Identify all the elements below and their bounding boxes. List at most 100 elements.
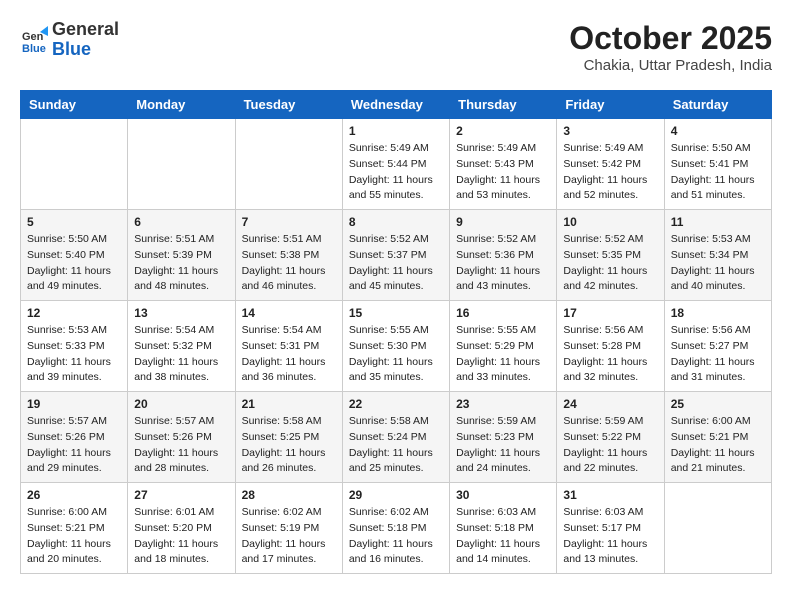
header-day-tuesday: Tuesday xyxy=(235,91,342,119)
header-day-wednesday: Wednesday xyxy=(342,91,449,119)
day-number: 16 xyxy=(456,306,550,320)
day-info: Sunrise: 5:50 AMSunset: 5:41 PMDaylight:… xyxy=(671,141,765,204)
calendar-week-5: 26 Sunrise: 6:00 AMSunset: 5:21 PMDayligh… xyxy=(21,483,772,574)
calendar-cell: 30 Sunrise: 6:03 AMSunset: 5:18 PMDayligh… xyxy=(450,483,557,574)
calendar-cell: 14 Sunrise: 5:54 AMSunset: 5:31 PMDayligh… xyxy=(235,301,342,392)
logo: Gen Blue General Blue xyxy=(20,20,119,60)
calendar-week-1: 1Sunrise: 5:49 AMSunset: 5:44 PMDaylight… xyxy=(21,119,772,210)
day-info: Sunrise: 5:54 AMSunset: 5:31 PMDaylight:… xyxy=(242,323,336,386)
day-info: Sunrise: 5:57 AMSunset: 5:26 PMDaylight:… xyxy=(134,414,228,477)
day-number: 3 xyxy=(563,124,657,138)
day-info: Sunrise: 5:53 AMSunset: 5:33 PMDaylight:… xyxy=(27,323,121,386)
day-number: 28 xyxy=(242,488,336,502)
day-number: 2 xyxy=(456,124,550,138)
calendar-cell: 20 Sunrise: 5:57 AMSunset: 5:26 PMDayligh… xyxy=(128,392,235,483)
calendar-cell: 6 Sunrise: 5:51 AMSunset: 5:39 PMDaylight… xyxy=(128,210,235,301)
day-number: 5 xyxy=(27,215,121,229)
calendar-cell: 17 Sunrise: 5:56 AMSunset: 5:28 PMDayligh… xyxy=(557,301,664,392)
day-info: Sunrise: 6:03 AMSunset: 5:17 PMDaylight:… xyxy=(563,505,657,568)
day-number: 8 xyxy=(349,215,443,229)
day-number: 14 xyxy=(242,306,336,320)
calendar-cell xyxy=(664,483,771,574)
day-number: 9 xyxy=(456,215,550,229)
calendar-cell: 25 Sunrise: 6:00 AMSunset: 5:21 PMDayligh… xyxy=(664,392,771,483)
calendar-cell: 10Sunrise: 5:52 AMSunset: 5:35 PMDayligh… xyxy=(557,210,664,301)
calendar-cell: 11 Sunrise: 5:53 AMSunset: 5:34 PMDayligh… xyxy=(664,210,771,301)
calendar-cell: 22 Sunrise: 5:58 AMSunset: 5:24 PMDayligh… xyxy=(342,392,449,483)
day-number: 12 xyxy=(27,306,121,320)
day-info: Sunrise: 6:01 AMSunset: 5:20 PMDaylight:… xyxy=(134,505,228,568)
calendar-cell: 7Sunrise: 5:51 AMSunset: 5:38 PMDaylight… xyxy=(235,210,342,301)
day-info: Sunrise: 5:56 AMSunset: 5:27 PMDaylight:… xyxy=(671,323,765,386)
calendar-cell: 9 Sunrise: 5:52 AMSunset: 5:36 PMDaylight… xyxy=(450,210,557,301)
calendar-header: SundayMondayTuesdayWednesdayThursdayFrid… xyxy=(21,91,772,119)
logo-icon: Gen Blue xyxy=(20,26,48,54)
day-info: Sunrise: 5:55 AMSunset: 5:30 PMDaylight:… xyxy=(349,323,443,386)
calendar-cell xyxy=(21,119,128,210)
header-day-sunday: Sunday xyxy=(21,91,128,119)
day-info: Sunrise: 6:02 AMSunset: 5:19 PMDaylight:… xyxy=(242,505,336,568)
day-info: Sunrise: 5:49 AMSunset: 5:42 PMDaylight:… xyxy=(563,141,657,204)
calendar-cell: 15Sunrise: 5:55 AMSunset: 5:30 PMDayligh… xyxy=(342,301,449,392)
day-info: Sunrise: 5:57 AMSunset: 5:26 PMDaylight:… xyxy=(27,414,121,477)
header-row: SundayMondayTuesdayWednesdayThursdayFrid… xyxy=(21,91,772,119)
day-info: Sunrise: 6:02 AMSunset: 5:18 PMDaylight:… xyxy=(349,505,443,568)
day-info: Sunrise: 5:51 AMSunset: 5:39 PMDaylight:… xyxy=(134,232,228,295)
day-info: Sunrise: 5:53 AMSunset: 5:34 PMDaylight:… xyxy=(671,232,765,295)
day-number: 26 xyxy=(27,488,121,502)
day-info: Sunrise: 5:52 AMSunset: 5:36 PMDaylight:… xyxy=(456,232,550,295)
day-number: 30 xyxy=(456,488,550,502)
calendar-cell: 24Sunrise: 5:59 AMSunset: 5:22 PMDayligh… xyxy=(557,392,664,483)
calendar-cell: 3 Sunrise: 5:49 AMSunset: 5:42 PMDaylight… xyxy=(557,119,664,210)
day-number: 24 xyxy=(563,397,657,411)
calendar-cell: 16Sunrise: 5:55 AMSunset: 5:29 PMDayligh… xyxy=(450,301,557,392)
day-info: Sunrise: 5:58 AMSunset: 5:24 PMDaylight:… xyxy=(349,414,443,477)
day-number: 6 xyxy=(134,215,228,229)
day-number: 29 xyxy=(349,488,443,502)
day-info: Sunrise: 5:51 AMSunset: 5:38 PMDaylight:… xyxy=(242,232,336,295)
calendar-table: SundayMondayTuesdayWednesdayThursdayFrid… xyxy=(20,90,772,574)
day-info: Sunrise: 5:58 AMSunset: 5:25 PMDaylight:… xyxy=(242,414,336,477)
day-info: Sunrise: 6:03 AMSunset: 5:18 PMDaylight:… xyxy=(456,505,550,568)
header-day-friday: Friday xyxy=(557,91,664,119)
day-number: 19 xyxy=(27,397,121,411)
day-number: 27 xyxy=(134,488,228,502)
calendar-cell: 19 Sunrise: 5:57 AMSunset: 5:26 PMDayligh… xyxy=(21,392,128,483)
calendar-body: 1Sunrise: 5:49 AMSunset: 5:44 PMDaylight… xyxy=(21,119,772,574)
day-info: Sunrise: 5:52 AMSunset: 5:37 PMDaylight:… xyxy=(349,232,443,295)
calendar-cell: 4Sunrise: 5:50 AMSunset: 5:41 PMDaylight… xyxy=(664,119,771,210)
day-number: 22 xyxy=(349,397,443,411)
day-number: 17 xyxy=(563,306,657,320)
calendar-cell: 29 Sunrise: 6:02 AMSunset: 5:18 PMDayligh… xyxy=(342,483,449,574)
svg-text:Gen: Gen xyxy=(22,31,44,43)
header-day-monday: Monday xyxy=(128,91,235,119)
day-info: Sunrise: 6:00 AMSunset: 5:21 PMDaylight:… xyxy=(671,414,765,477)
calendar-cell: 31 Sunrise: 6:03 AMSunset: 5:17 PMDayligh… xyxy=(557,483,664,574)
calendar-cell: 18 Sunrise: 5:56 AMSunset: 5:27 PMDayligh… xyxy=(664,301,771,392)
day-number: 20 xyxy=(134,397,228,411)
calendar-cell: 28 Sunrise: 6:02 AMSunset: 5:19 PMDayligh… xyxy=(235,483,342,574)
header-day-thursday: Thursday xyxy=(450,91,557,119)
calendar-week-2: 5 Sunrise: 5:50 AMSunset: 5:40 PMDaylight… xyxy=(21,210,772,301)
day-info: Sunrise: 6:00 AMSunset: 5:21 PMDaylight:… xyxy=(27,505,121,568)
day-number: 21 xyxy=(242,397,336,411)
day-number: 11 xyxy=(671,215,765,229)
calendar-cell xyxy=(235,119,342,210)
day-info: Sunrise: 5:56 AMSunset: 5:28 PMDaylight:… xyxy=(563,323,657,386)
calendar-cell xyxy=(128,119,235,210)
day-number: 25 xyxy=(671,397,765,411)
day-info: Sunrise: 5:54 AMSunset: 5:32 PMDaylight:… xyxy=(134,323,228,386)
calendar-cell: 26 Sunrise: 6:00 AMSunset: 5:21 PMDayligh… xyxy=(21,483,128,574)
calendar-cell: 8 Sunrise: 5:52 AMSunset: 5:37 PMDaylight… xyxy=(342,210,449,301)
day-number: 18 xyxy=(671,306,765,320)
calendar-cell: 13Sunrise: 5:54 AMSunset: 5:32 PMDayligh… xyxy=(128,301,235,392)
calendar-cell: 21 Sunrise: 5:58 AMSunset: 5:25 PMDayligh… xyxy=(235,392,342,483)
day-info: Sunrise: 5:59 AMSunset: 5:23 PMDaylight:… xyxy=(456,414,550,477)
day-info: Sunrise: 5:50 AMSunset: 5:40 PMDaylight:… xyxy=(27,232,121,295)
day-info: Sunrise: 5:49 AMSunset: 5:43 PMDaylight:… xyxy=(456,141,550,204)
calendar-week-4: 19 Sunrise: 5:57 AMSunset: 5:26 PMDayligh… xyxy=(21,392,772,483)
day-info: Sunrise: 5:52 AMSunset: 5:35 PMDaylight:… xyxy=(563,232,657,295)
day-number: 31 xyxy=(563,488,657,502)
svg-text:Blue: Blue xyxy=(22,43,46,54)
location-subtitle: Chakia, Uttar Pradesh, India xyxy=(569,57,772,74)
